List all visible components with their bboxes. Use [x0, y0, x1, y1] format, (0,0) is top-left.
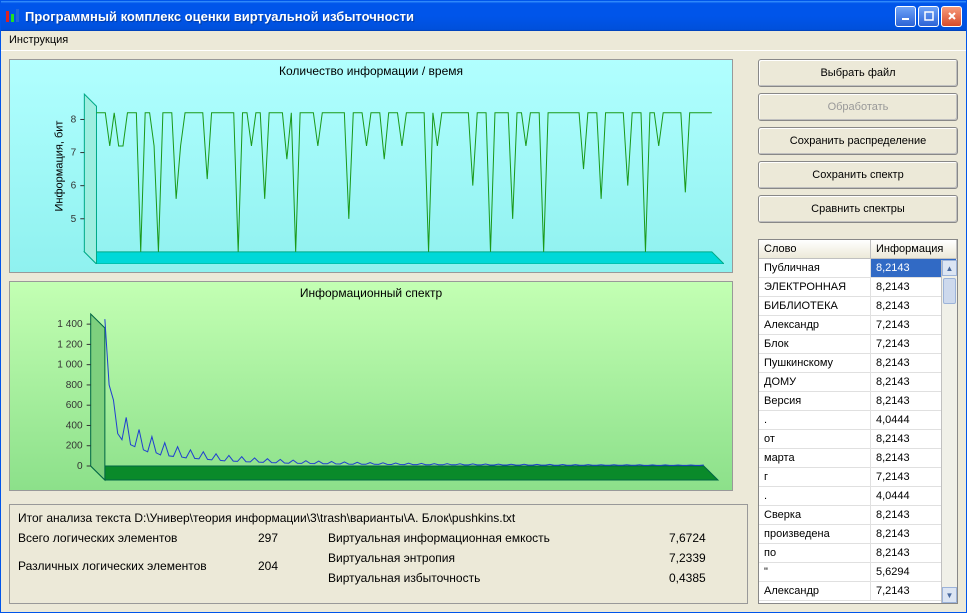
total-elements-label: Всего логических элементов: [18, 531, 258, 545]
process-button[interactable]: Обработать: [758, 93, 958, 121]
summary-panel: Итог анализа текста D:\Универ\теория инф…: [9, 504, 748, 604]
table-row[interactable]: от8,2143: [759, 430, 957, 449]
ventropy-value: 7,2339: [669, 551, 739, 565]
cell-word: ЭЛЕКТРОННАЯ: [759, 278, 871, 297]
svg-text:0: 0: [77, 461, 83, 472]
word-table: Слово Информация Публичная8,2143ЭЛЕКТРОН…: [758, 239, 958, 604]
cell-word: .: [759, 411, 871, 430]
minimize-button[interactable]: [895, 6, 916, 27]
client-area: Количество информации / время Информация…: [1, 51, 966, 612]
col-word[interactable]: Слово: [759, 240, 871, 258]
close-button[interactable]: [941, 6, 962, 27]
svg-text:8: 8: [71, 115, 77, 126]
cell-word: г: [759, 468, 871, 487]
scrollbar[interactable]: ▲ ▼: [941, 260, 957, 603]
save-spectrum-button[interactable]: Сохранить спектр: [758, 161, 958, 189]
cell-word: по: [759, 544, 871, 563]
cell-word: марта: [759, 449, 871, 468]
save-distribution-button[interactable]: Сохранить распределение: [758, 127, 958, 155]
svg-text:1 400: 1 400: [57, 319, 83, 330]
svg-text:7: 7: [71, 148, 77, 159]
compare-spectra-button[interactable]: Сравнить спектры: [758, 195, 958, 223]
table-row[interactable]: ДОМУ8,2143: [759, 373, 957, 392]
scroll-thumb[interactable]: [943, 278, 956, 304]
cell-word: Пушкинскому: [759, 354, 871, 373]
table-row[interactable]: Версия8,2143: [759, 392, 957, 411]
vredund-value: 0,4385: [669, 571, 739, 585]
table-header: Слово Информация: [759, 240, 957, 259]
table-row[interactable]: .4,0444: [759, 487, 957, 506]
title-buttons: [895, 6, 962, 27]
menubar: Инструкция: [1, 31, 966, 51]
chart1-title: Количество информации / время: [10, 60, 732, 80]
table-row[interactable]: марта8,2143: [759, 449, 957, 468]
col-info[interactable]: Информация: [871, 240, 957, 258]
cell-word: Блок: [759, 335, 871, 354]
summary-title: Итог анализа текста D:\Универ\теория инф…: [18, 511, 739, 525]
cell-word: Версия: [759, 392, 871, 411]
vredund-label: Виртуальная избыточность: [328, 571, 669, 585]
maximize-button[interactable]: [918, 6, 939, 27]
chart-info-time: Количество информации / время Информация…: [9, 59, 733, 273]
cell-word: БИБЛИОТЕКА: [759, 297, 871, 316]
app-icon: [5, 8, 21, 24]
cell-word: ДОМУ: [759, 373, 871, 392]
table-row[interactable]: Александр7,2143: [759, 582, 957, 601]
app-window: Программный комплекс оценки виртуальной …: [0, 0, 967, 613]
table-body: Публичная8,2143ЭЛЕКТРОННАЯ8,2143БИБЛИОТЕ…: [759, 259, 957, 603]
window-title: Программный комплекс оценки виртуальной …: [25, 9, 895, 24]
select-file-button[interactable]: Выбрать файл: [758, 59, 958, 87]
vcapacity-value: 7,6724: [669, 531, 739, 545]
table-row[interactable]: БИБЛИОТЕКА8,2143: [759, 297, 957, 316]
table-row[interactable]: Публичная8,2143: [759, 259, 957, 278]
cell-word: Александр: [759, 316, 871, 335]
table-row[interactable]: .4,0444: [759, 411, 957, 430]
cell-word: от: [759, 430, 871, 449]
svg-text:6: 6: [71, 181, 77, 192]
table-row[interactable]: Александр7,2143: [759, 316, 957, 335]
distinct-elements-value: 204: [258, 559, 328, 573]
titlebar: Программный комплекс оценки виртуальной …: [1, 1, 966, 31]
button-panel: Выбрать файл Обработать Сохранить распре…: [758, 59, 958, 229]
chart2-plot: 0 200 400 600 800 1 000 1 200 1 400: [30, 308, 724, 482]
scroll-down-icon[interactable]: ▼: [942, 587, 957, 603]
cell-word: Публичная: [759, 259, 871, 278]
cell-word: ": [759, 563, 871, 582]
chart2-title: Информационный спектр: [10, 282, 732, 302]
table-row[interactable]: по8,2143: [759, 544, 957, 563]
cell-word: произведена: [759, 525, 871, 544]
vcapacity-label: Виртуальная информационная емкость: [328, 531, 669, 545]
svg-text:600: 600: [66, 400, 83, 411]
svg-text:200: 200: [66, 441, 83, 452]
table-row[interactable]: ЭЛЕКТРОННАЯ8,2143: [759, 278, 957, 297]
table-row[interactable]: Блок7,2143: [759, 335, 957, 354]
cell-word: Александр: [759, 582, 871, 601]
chart-spectrum: Информационный спектр 0 200 400 600 800 1 000…: [9, 281, 733, 491]
svg-text:800: 800: [66, 380, 83, 391]
svg-text:1 000: 1 000: [57, 360, 83, 371]
distinct-elements-label: Различных логических элементов: [18, 559, 258, 573]
svg-text:1 200: 1 200: [57, 339, 83, 350]
table-row[interactable]: г7,2143: [759, 468, 957, 487]
table-row[interactable]: Пушкинскому8,2143: [759, 354, 957, 373]
total-elements-value: 297: [258, 531, 328, 545]
ventropy-label: Виртуальная энтропия: [328, 551, 669, 565]
scroll-up-icon[interactable]: ▲: [942, 260, 957, 276]
cell-word: Сверка: [759, 506, 871, 525]
table-row[interactable]: Сверка8,2143: [759, 506, 957, 525]
table-row[interactable]: произведена8,2143: [759, 525, 957, 544]
table-row[interactable]: "5,6294: [759, 563, 957, 582]
menu-instruction[interactable]: Инструкция: [3, 33, 74, 47]
svg-text:5: 5: [71, 214, 77, 225]
cell-word: .: [759, 487, 871, 506]
chart1-plot: 5 6 7 8: [56, 86, 724, 264]
svg-text:400: 400: [66, 421, 83, 432]
